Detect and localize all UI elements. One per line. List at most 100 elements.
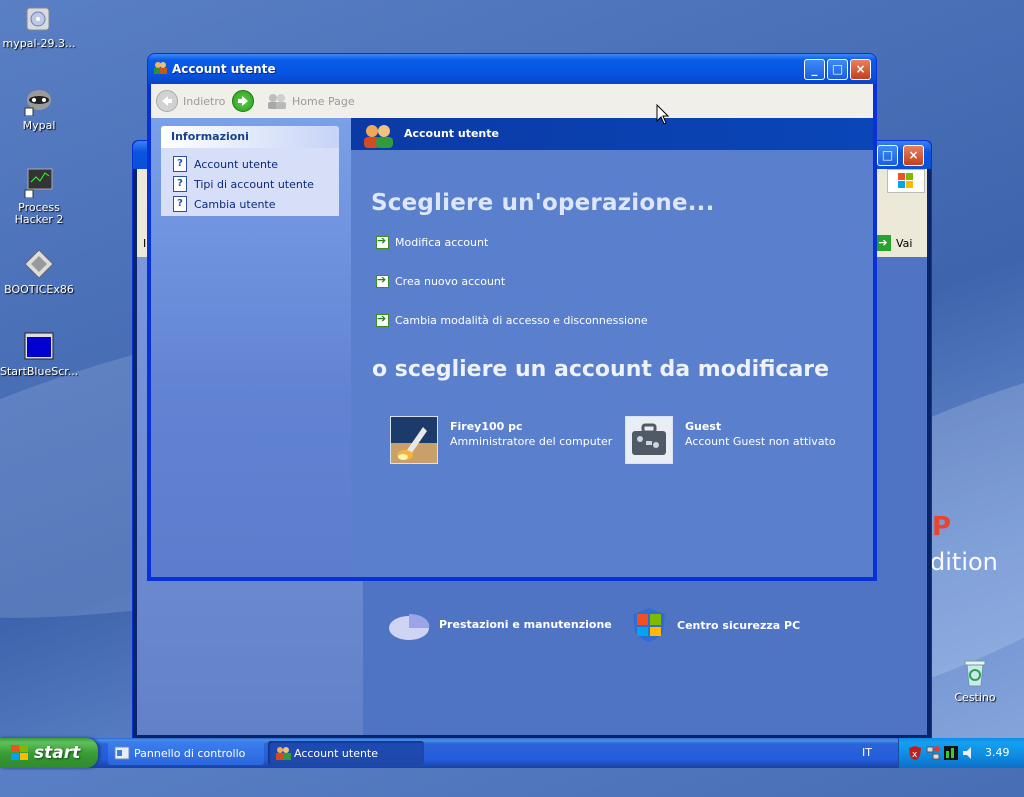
language-indicator[interactable]: IT — [862, 746, 872, 759]
task-label: Modifica account — [395, 236, 489, 249]
desktop-icon-startbluescreen[interactable]: StartBlueScr... — [0, 330, 78, 378]
maximize-button[interactable]: □ — [827, 59, 848, 80]
category-performance[interactable]: Prestazioni e manutenzione — [387, 606, 612, 642]
desktop-icon-label: Cestino — [954, 691, 996, 704]
volume-icon[interactable] — [961, 745, 977, 761]
taskbar-item-label: Account utente — [294, 746, 379, 760]
back-arrow-icon — [156, 90, 178, 112]
desktop-icon-label: Process Hacker 2 — [14, 201, 64, 226]
control-panel-icon — [114, 746, 130, 760]
green-arrow-icon — [376, 273, 389, 288]
task-label: Cambia modalità di accesso e disconnessi… — [395, 314, 648, 327]
network-icon[interactable] — [925, 745, 941, 761]
desktop-icon-recycle-bin[interactable]: Cestino — [936, 656, 1014, 704]
home-label: Home Page — [292, 94, 355, 108]
category-security-center[interactable]: Centro sicurezza PC — [629, 606, 800, 644]
installer-icon — [23, 2, 55, 34]
desktop-icon-label: mypal-29.3... — [2, 37, 76, 50]
process-monitor-icon[interactable] — [943, 745, 959, 761]
close-button[interactable]: × — [850, 59, 871, 80]
taskbar-item-control-panel[interactable]: Pannello di controllo — [108, 741, 264, 765]
banner-title: Account utente — [404, 127, 499, 140]
users-icon — [154, 62, 167, 74]
address-label: I — [143, 237, 147, 250]
svg-text:x: x — [912, 750, 918, 760]
windows-flag-icon — [887, 169, 925, 193]
help-icon: ? — [173, 196, 187, 212]
account-tile-guest[interactable]: Guest Account Guest non attivato — [625, 416, 836, 464]
category-label: Prestazioni e manutenzione — [439, 617, 612, 631]
desktop-icon-mypal-installer[interactable]: mypal-29.3... — [0, 2, 78, 50]
content-banner: Account utente — [351, 118, 873, 150]
info-panel-header: Informazioni — [161, 126, 339, 148]
minimize-button[interactable]: _ — [804, 59, 825, 80]
user-accounts-window[interactable]: Account utente _ □ × Indietro Home Page … — [148, 54, 876, 580]
bluescreen-icon — [23, 330, 55, 362]
info-link-switch-user[interactable]: ? Cambia utente — [173, 194, 339, 214]
account-picture-suitcase — [625, 416, 673, 464]
task-change-account[interactable]: Modifica account — [376, 234, 489, 249]
desktop-icon-label: Mypal — [22, 119, 56, 132]
account-picture-shuttle — [390, 416, 438, 464]
mouse-cursor-icon — [656, 104, 670, 125]
windows-flag-icon — [11, 745, 28, 760]
edition-text: dition — [930, 548, 998, 576]
disk-tool-icon — [23, 248, 55, 280]
taskbar-item-label: Pannello di controllo — [134, 746, 246, 760]
start-label: start — [34, 743, 81, 763]
users-home-icon — [267, 93, 287, 109]
desktop-icon-label: StartBlueScr... — [0, 365, 79, 378]
recycle-bin-icon — [959, 656, 991, 688]
task-label: Crea nuovo account — [395, 275, 506, 288]
account-description: Amministratore del computer — [450, 435, 613, 448]
security-alert-icon[interactable]: x — [907, 745, 923, 761]
home-button[interactable]: Home Page — [267, 90, 355, 112]
task-change-logon[interactable]: Cambia modalità di accesso e disconnessi… — [376, 312, 648, 327]
info-link-user-accounts[interactable]: ? Account utente — [173, 154, 339, 174]
taskbar-item-user-accounts[interactable]: Account utente — [268, 741, 424, 765]
content-area: Account utente Scegliere un'operazione..… — [351, 118, 873, 577]
raccoon-icon — [23, 84, 55, 117]
go-arrow-icon: ➔ — [875, 235, 891, 251]
desktop-icon-label: BOOTICEx86 — [4, 283, 74, 296]
account-tile-firey[interactable]: Firey100 pc Amministratore del computer — [390, 416, 612, 464]
system-tray: x 3.49 — [898, 738, 1024, 768]
help-icon: ? — [173, 176, 187, 192]
info-panel: Informazioni ? Account utente ? Tipi di ac… — [161, 126, 339, 216]
users-icon — [276, 747, 291, 760]
info-link-label: Tipi di account utente — [194, 177, 314, 191]
taskbar: start Pannello di controllo Account uten… — [0, 738, 1024, 768]
shield-icon — [633, 608, 665, 642]
info-link-label: Cambia utente — [194, 197, 276, 211]
window-title: Account utente — [172, 62, 276, 76]
account-name: Firey100 pc — [450, 420, 523, 433]
window-client: Informazioni ? Account utente ? Tipi di ac… — [151, 118, 873, 577]
desktop-icon-process-hacker[interactable]: Process Hacker 2 — [0, 166, 78, 226]
account-name: Guest — [685, 420, 722, 433]
info-link-account-types[interactable]: ? Tipi di account utente — [173, 174, 339, 194]
pick-task-heading: Scegliere un'operazione... — [371, 190, 715, 216]
start-button[interactable]: start — [0, 738, 98, 768]
back-label: Indietro — [183, 94, 226, 108]
maximize-button[interactable]: □ — [877, 145, 898, 166]
monitor-icon — [23, 166, 55, 199]
forward-button[interactable] — [232, 90, 259, 112]
clock[interactable]: 3.49 — [985, 746, 1010, 759]
task-create-account[interactable]: Crea nuovo account — [376, 273, 506, 288]
pick-account-heading: o scegliere un account da modificare — [372, 357, 830, 382]
go-button[interactable]: ➔ Vai — [875, 233, 925, 253]
windows-logo-fragment: P — [932, 512, 952, 542]
desktop-icon-mypal[interactable]: Mypal — [0, 84, 78, 132]
back-button[interactable]: Indietro — [156, 90, 225, 112]
account-description: Account Guest non attivato — [685, 435, 836, 448]
desktop-icon-bootice[interactable]: BOOTICEx86 — [0, 248, 78, 296]
green-arrow-icon — [376, 312, 389, 327]
close-button[interactable]: × — [903, 145, 924, 166]
user-accounts-icon — [364, 125, 393, 148]
window-titlebar[interactable]: Account utente _ □ × — [148, 54, 876, 84]
performance-icon — [389, 613, 430, 640]
task-pane: Informazioni ? Account utente ? Tipi di ac… — [151, 118, 351, 577]
navigation-toolbar: Indietro Home Page — [151, 84, 873, 119]
info-link-label: Account utente — [194, 157, 279, 171]
go-label: Vai — [896, 236, 913, 250]
